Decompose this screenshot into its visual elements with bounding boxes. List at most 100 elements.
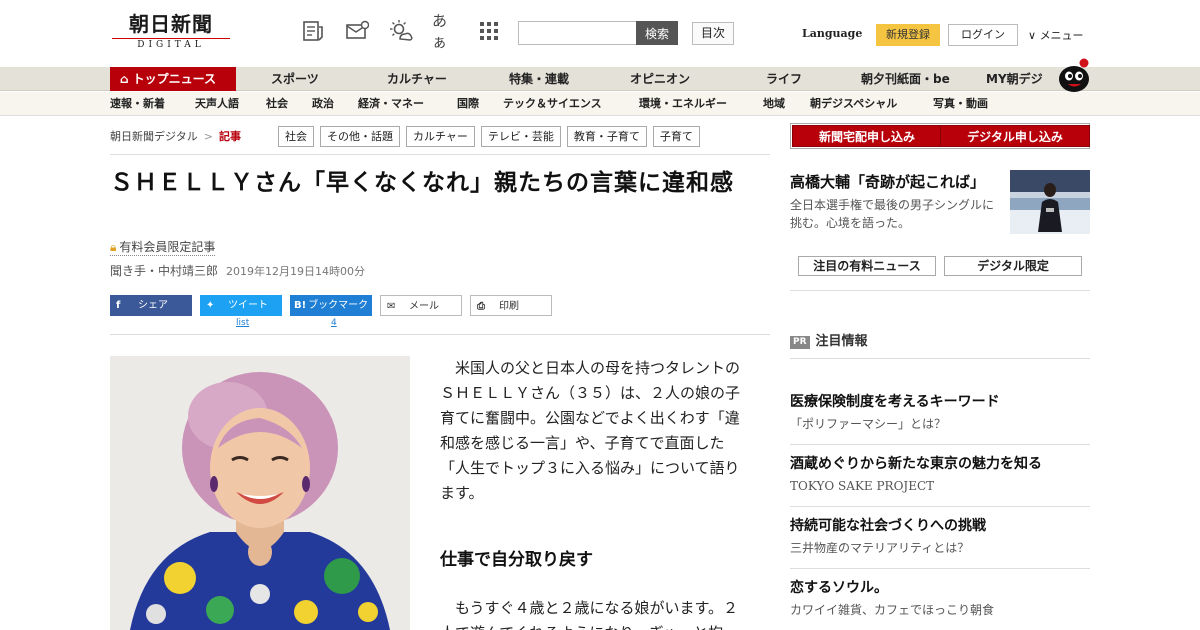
- breadcrumb-root[interactable]: 朝日新聞デジタル: [110, 130, 198, 143]
- printer-icon: ⎙: [477, 301, 485, 312]
- pr-item[interactable]: 医療保険制度を考えるキーワード 「ポリファーマシー」とは？: [790, 392, 1090, 434]
- publish-date: 2019年12月19日14時00分: [226, 265, 365, 278]
- envelope-icon: ✉: [387, 301, 396, 312]
- menu-button[interactable]: ∨ メニュー: [1028, 27, 1084, 43]
- logo-main-text: 朝日新聞: [129, 12, 213, 36]
- divider: [790, 568, 1090, 569]
- secondary-nav: 速報・新着 天声人語 社会 政治 経済・マネー 国際 テック＆サイエンス 環境・…: [0, 92, 1200, 116]
- nav2-item-tenseijingo[interactable]: 天声人語: [195, 92, 239, 116]
- tag-society[interactable]: 社会: [278, 126, 314, 147]
- nav2-item-environment[interactable]: 環境・エネルギー: [639, 92, 727, 116]
- nav-item-life[interactable]: ライフ: [766, 67, 802, 91]
- tag-education[interactable]: 教育・子育て: [566, 126, 647, 147]
- pr-item-title: 持続可能な社会づくりへの挑戦: [790, 518, 986, 534]
- nav2-item-region[interactable]: 地域: [763, 92, 785, 116]
- tag-culture[interactable]: カルチャー: [406, 126, 475, 147]
- print-button[interactable]: ⎙ 印刷: [470, 295, 552, 316]
- search-input[interactable]: [518, 21, 636, 45]
- chevron-down-icon: ∨: [1028, 29, 1037, 42]
- font-size-label: あぁ: [432, 12, 448, 51]
- pr-section-title: 注目情報: [815, 334, 868, 349]
- breadcrumb-separator: >: [203, 130, 213, 143]
- nav2-item-breaking[interactable]: 速報・新着: [110, 92, 165, 116]
- breadcrumb: 朝日新聞デジタル > 記事: [110, 128, 241, 144]
- nav-item-features[interactable]: 特集・連載: [509, 67, 569, 91]
- nav2-item-photo[interactable]: 写真・動画: [933, 92, 988, 116]
- mail-share-button[interactable]: ✉ メール: [380, 295, 462, 316]
- hatena-icon: B!: [294, 300, 307, 311]
- grid-menu-icon[interactable]: [476, 18, 502, 44]
- divider: [110, 334, 770, 335]
- contents-button[interactable]: 目次: [692, 22, 734, 45]
- paid-member-label[interactable]: 🔒︎ 有料会員限定記事: [110, 238, 216, 256]
- author: 聞き手・中村靖三郎: [110, 264, 219, 278]
- nav-item-sports[interactable]: スポーツ: [271, 67, 319, 91]
- divider: [790, 506, 1090, 507]
- weather-icon[interactable]: [388, 18, 414, 44]
- newspaper-icon[interactable]: [300, 18, 326, 44]
- pr-item-title: 酒蔵めぐりから新たな東京の魅力を知る: [790, 456, 1042, 472]
- pr-item[interactable]: 恋するソウル。 カワイイ雑貨、カフェでほっこり朝食: [790, 578, 1090, 620]
- tag-parenting[interactable]: 子育て: [652, 126, 700, 147]
- twitter-count-link[interactable]: list: [236, 318, 249, 328]
- featured-title[interactable]: 高橋大輔「奇跡が起これば」: [790, 171, 1000, 192]
- body-paragraph: もうすぐ４歳と２歳になる娘がいます。２人で遊んでくれるようになり、ぎゅっと抱: [440, 599, 739, 630]
- divider: [790, 444, 1090, 445]
- article-subheading: 仕事で自分取り戻す: [440, 550, 593, 570]
- nav2-item-special[interactable]: 朝デジスペシャル: [810, 92, 897, 116]
- header-icon-bar: あぁ: [300, 12, 502, 51]
- facebook-share-button[interactable]: f シェア: [110, 295, 192, 316]
- nav-top-news[interactable]: ⌂ トップニュース: [110, 67, 236, 91]
- login-button[interactable]: ログイン: [948, 24, 1018, 46]
- article-headline: ＳＨＥＬＬＹさん「早くなくなれ」親たちの言葉に違和感: [110, 170, 734, 196]
- tab-paid-news[interactable]: 注目の有料ニュース: [798, 256, 936, 276]
- nav-item-paper[interactable]: 朝夕刊紙面・be: [861, 67, 950, 91]
- hatena-count-link[interactable]: 4: [331, 318, 337, 328]
- tag-tv-entertainment[interactable]: テレビ・芸能: [480, 126, 561, 147]
- search-button[interactable]: 検索: [636, 21, 678, 45]
- hatena-bookmark-label: ブックマーク: [308, 300, 369, 311]
- tag-list: 社会 その他・話題 カルチャー テレビ・芸能 教育・子育て 子育て: [278, 126, 772, 147]
- tab-digital-only[interactable]: デジタル限定: [944, 256, 1082, 276]
- featured-photo[interactable]: [1010, 170, 1090, 234]
- pr-item-desc: 「ポリファーマシー」とは？: [790, 417, 947, 431]
- pr-item[interactable]: 持続可能な社会づくりへの挑戦 三井物産のマテリアリティとは？: [790, 516, 1090, 558]
- nav-item-my-asadigi[interactable]: MY朝デジ: [986, 67, 1043, 91]
- facebook-share-label: シェア: [138, 300, 168, 311]
- primary-nav: ⌂ トップニュース スポーツ カルチャー 特集・連載 オピニオン ライフ 朝夕刊紙…: [0, 67, 1200, 91]
- divider: [110, 154, 770, 155]
- site-logo[interactable]: 朝日新聞 DIGITAL: [112, 12, 230, 50]
- pr-item-desc: 三井物産のマテリアリティとは？: [790, 541, 970, 555]
- language-link[interactable]: Language: [802, 27, 862, 40]
- article-photo[interactable]: [110, 356, 410, 630]
- mascot-icon: [1059, 58, 1089, 92]
- tag-other-topics[interactable]: その他・話題: [320, 126, 400, 147]
- pr-item-desc: カワイイ雑貨、カフェでほっこり朝食: [790, 603, 995, 617]
- logo-sub-text: DIGITAL: [112, 38, 230, 50]
- paid-member-text: 有料会員限定記事: [119, 240, 216, 254]
- hatena-bookmark-button[interactable]: B! ブックマーク: [290, 295, 372, 316]
- nav-item-opinion[interactable]: オピニオン: [630, 67, 690, 91]
- divider: [790, 290, 1090, 291]
- nav2-item-international[interactable]: 国際: [457, 92, 479, 116]
- lead-paragraph: 米国人の父と日本人の母を持つタレントのＳＨＥＬＬＹさん（３５）は、２人の娘の子育…: [440, 359, 741, 502]
- pr-item-title: 恋するソウル。: [790, 580, 888, 596]
- newspaper-subscribe-button[interactable]: 新聞宅配申し込み: [792, 125, 942, 147]
- twitter-tweet-button[interactable]: ✦ ツイート: [200, 295, 282, 316]
- mail-icon[interactable]: [344, 18, 370, 44]
- pr-item-desc: TOKYO SAKE PROJECT: [790, 479, 935, 493]
- nav2-item-politics[interactable]: 政治: [312, 92, 334, 116]
- pr-item[interactable]: 酒蔵めぐりから新たな東京の魅力を知る TOKYO SAKE PROJECT: [790, 454, 1090, 496]
- print-label: 印刷: [499, 301, 519, 312]
- font-size-icon[interactable]: あぁ: [432, 12, 458, 51]
- register-button[interactable]: 新規登録: [876, 24, 940, 46]
- digital-subscribe-button[interactable]: デジタル申し込み: [940, 125, 1090, 147]
- nav2-item-society[interactable]: 社会: [266, 92, 288, 116]
- nav2-item-tech[interactable]: テック＆サイエンス: [503, 92, 602, 116]
- pr-badge: PR: [790, 336, 810, 349]
- lock-icon: 🔒︎: [110, 240, 117, 254]
- home-icon: ⌂: [120, 72, 129, 86]
- article-lead: 米国人の父と日本人の母を持つタレントのＳＨＥＬＬＹさん（３５）は、２人の娘の子育…: [440, 356, 750, 506]
- nav2-item-economy[interactable]: 経済・マネー: [358, 92, 424, 116]
- nav-item-culture[interactable]: カルチャー: [387, 67, 447, 91]
